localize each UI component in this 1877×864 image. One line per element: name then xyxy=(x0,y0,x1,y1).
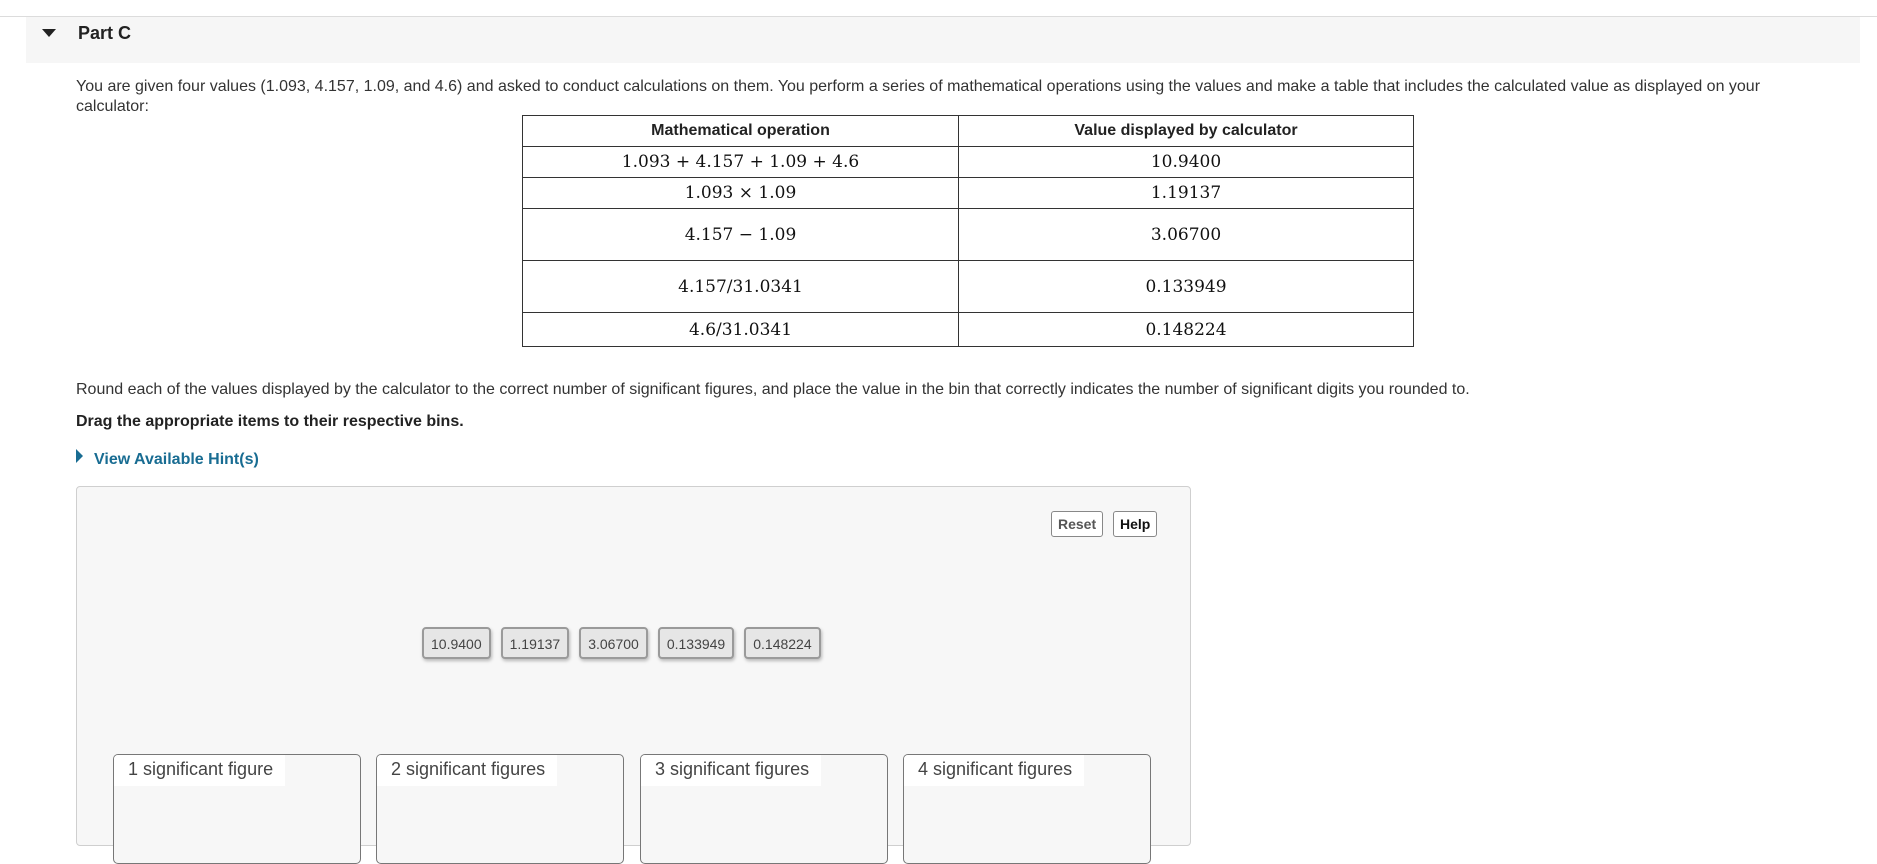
drag-drop-area: Reset Help 10.9400 1.19137 3.06700 0.133949… xyxy=(76,486,1191,864)
operations-table: Mathematical operation Value displayed b… xyxy=(522,115,1414,347)
value-cell: 3.06700 xyxy=(958,208,1414,261)
table-header-row: Mathematical operation Value displayed b… xyxy=(522,115,1414,147)
value-cell: 0.148224 xyxy=(958,312,1414,347)
reset-button[interactable]: Reset xyxy=(1051,511,1104,537)
table-row: 4.157/31.0341 0.133949 xyxy=(522,260,1414,313)
bin-label: 4 significant figures xyxy=(904,755,1085,786)
drag-instruction: Drag the appropriate items to their resp… xyxy=(76,413,464,430)
collapse-caret-icon[interactable] xyxy=(42,29,56,37)
operation-cell: 4.157 − 1.09 xyxy=(522,208,959,261)
table-row: 4.6/31.0341 0.148224 xyxy=(522,312,1414,347)
draggable-token[interactable]: 1.19137 xyxy=(500,627,570,659)
table-row: 4.157 − 1.09 3.06700 xyxy=(522,208,1414,261)
hint-link-label: View Available Hint(s) xyxy=(94,451,259,468)
header-operation: Mathematical operation xyxy=(522,115,959,147)
value-cell: 10.9400 xyxy=(958,146,1414,178)
part-title: Part C xyxy=(78,23,132,43)
bin-3-sig-figs[interactable]: 3 significant figures xyxy=(640,754,888,864)
draggable-token[interactable]: 3.06700 xyxy=(579,627,648,659)
draggable-token[interactable]: 0.133949 xyxy=(657,627,735,659)
table-row: 1.093 + 4.157 + 1.09 + 4.6 10.9400 xyxy=(522,146,1414,178)
bin-2-sig-figs[interactable]: 2 significant figures xyxy=(376,754,624,864)
operation-cell: 1.093 × 1.09 xyxy=(522,177,959,209)
operation-cell: 4.157/31.0341 xyxy=(522,260,959,313)
bin-label: 3 significant figures xyxy=(641,755,822,786)
value-cell: 0.133949 xyxy=(958,260,1414,313)
part-header[interactable]: Part C xyxy=(26,17,1860,63)
rounding-instruction: Round each of the values displayed by th… xyxy=(76,381,1470,398)
draggable-token[interactable]: 0.148224 xyxy=(744,627,821,659)
expand-caret-icon xyxy=(76,449,83,463)
table-row: 1.093 × 1.09 1.19137 xyxy=(522,177,1414,209)
view-hints-link[interactable]: View Available Hint(s) xyxy=(76,449,259,469)
bin-1-sig-fig[interactable]: 1 significant figure xyxy=(113,754,361,864)
token-pool: 10.9400 1.19137 3.06700 0.133949 0.148224 xyxy=(422,627,831,659)
bin-4-sig-figs[interactable]: 4 significant figures xyxy=(903,754,1151,864)
operation-cell: 1.093 + 4.157 + 1.09 + 4.6 xyxy=(522,146,959,178)
draggable-token[interactable]: 10.9400 xyxy=(422,627,491,659)
bin-label: 2 significant figures xyxy=(377,755,558,786)
intro-text: You are given four values (1.093, 4.157,… xyxy=(76,78,1761,115)
header-value: Value displayed by calculator xyxy=(958,115,1414,147)
operation-cell: 4.6/31.0341 xyxy=(522,312,959,347)
help-button[interactable]: Help xyxy=(1113,511,1158,537)
bin-label: 1 significant figure xyxy=(114,755,286,786)
value-cell: 1.19137 xyxy=(958,177,1414,209)
